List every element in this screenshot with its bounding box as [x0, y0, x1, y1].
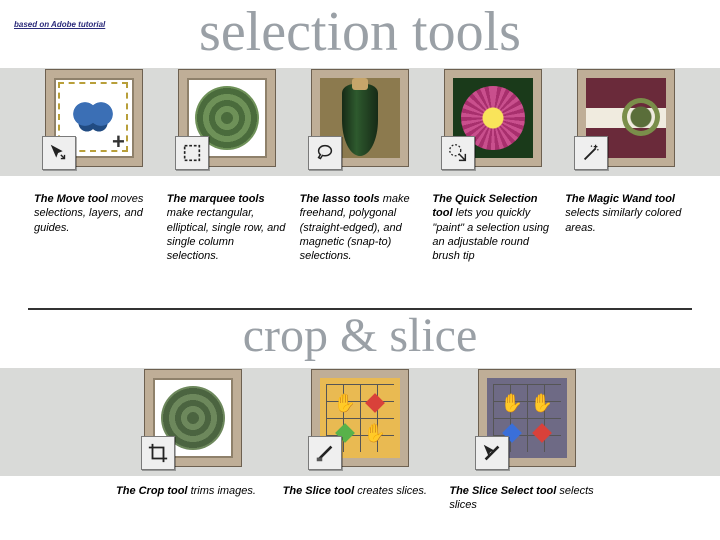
thumb-quick-select: [439, 64, 547, 172]
selection-descriptions: The Move tool moves selections, layers, …: [0, 192, 720, 263]
thumb-crop: [139, 364, 247, 472]
tool-name: The lasso tools: [300, 193, 380, 205]
marquee-icon: [175, 136, 209, 170]
page-title: selection tools: [199, 4, 521, 60]
crop-icon: [141, 436, 175, 470]
wand-icon: [574, 136, 608, 170]
tool-name: The marquee tools: [167, 193, 265, 205]
crop-thumbs: ✋ ✋ ✋✋: [0, 364, 720, 472]
crop-descriptions: The Crop tool trims images. The Slice to…: [0, 484, 720, 513]
thumb-marquee: [173, 64, 281, 172]
tool-body: make rectangular, elliptical, single row…: [167, 207, 286, 262]
thumb-lasso: [306, 64, 414, 172]
tool-name: The Crop tool: [116, 485, 188, 497]
thumb-slice-select: ✋✋: [473, 364, 581, 472]
quick-select-icon: [441, 136, 475, 170]
section-title-crop: crop & slice: [243, 312, 478, 360]
tool-name: The Magic Wand tool: [565, 193, 675, 205]
thumb-slice: ✋ ✋: [306, 364, 414, 472]
thumb-move: +: [40, 64, 148, 172]
tool-name: The Slice Select tool: [449, 485, 556, 497]
tool-name: The Move tool: [34, 193, 108, 205]
move-icon: [42, 136, 76, 170]
thumb-wand: [572, 64, 680, 172]
tool-name: The Slice tool: [283, 485, 355, 497]
tool-body: creates slices.: [357, 485, 427, 497]
lasso-icon: [308, 136, 342, 170]
tool-body: selects similarly colored areas.: [565, 207, 681, 233]
slice-icon: [308, 436, 342, 470]
selection-thumbs: +: [0, 64, 720, 172]
slice-select-icon: [475, 436, 509, 470]
tool-body: trims images.: [191, 485, 256, 497]
attribution-link[interactable]: based on Adobe tutorial: [14, 20, 105, 29]
